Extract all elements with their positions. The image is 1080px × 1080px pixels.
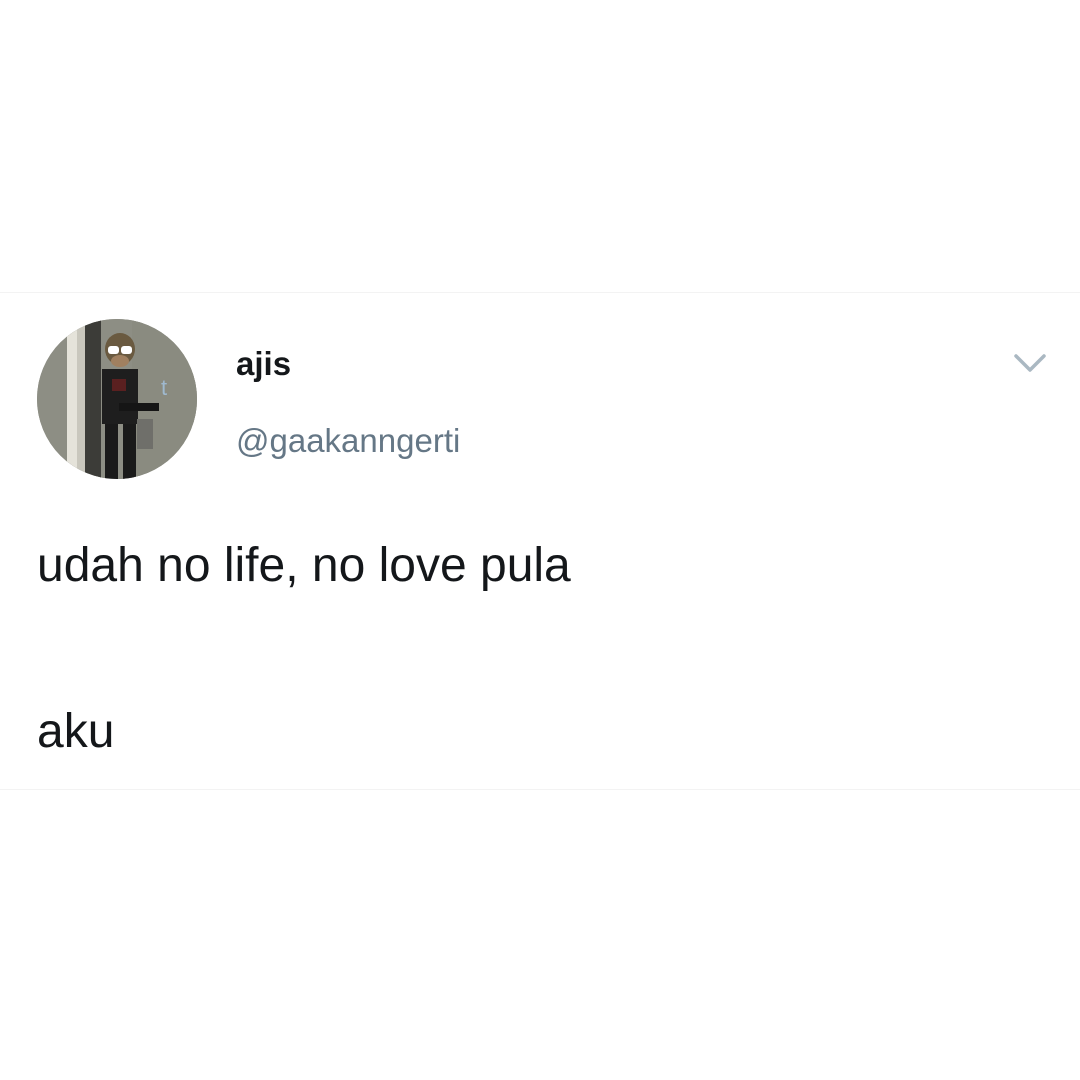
bottom-divider: [0, 789, 1080, 790]
user-handle[interactable]: @gaakanngerti: [236, 421, 460, 461]
tweet-menu-button[interactable]: [1010, 348, 1050, 378]
tweet-text-line: aku: [37, 705, 115, 758]
chevron-down-icon: [1014, 354, 1046, 372]
tweet-text-line: udah no life, no love pula: [37, 539, 571, 592]
top-divider: [0, 292, 1080, 293]
svg-text:t: t: [161, 375, 167, 400]
profile-photo-icon: t: [37, 319, 197, 479]
display-name[interactable]: ajis: [236, 344, 291, 384]
avatar[interactable]: t: [37, 319, 197, 479]
